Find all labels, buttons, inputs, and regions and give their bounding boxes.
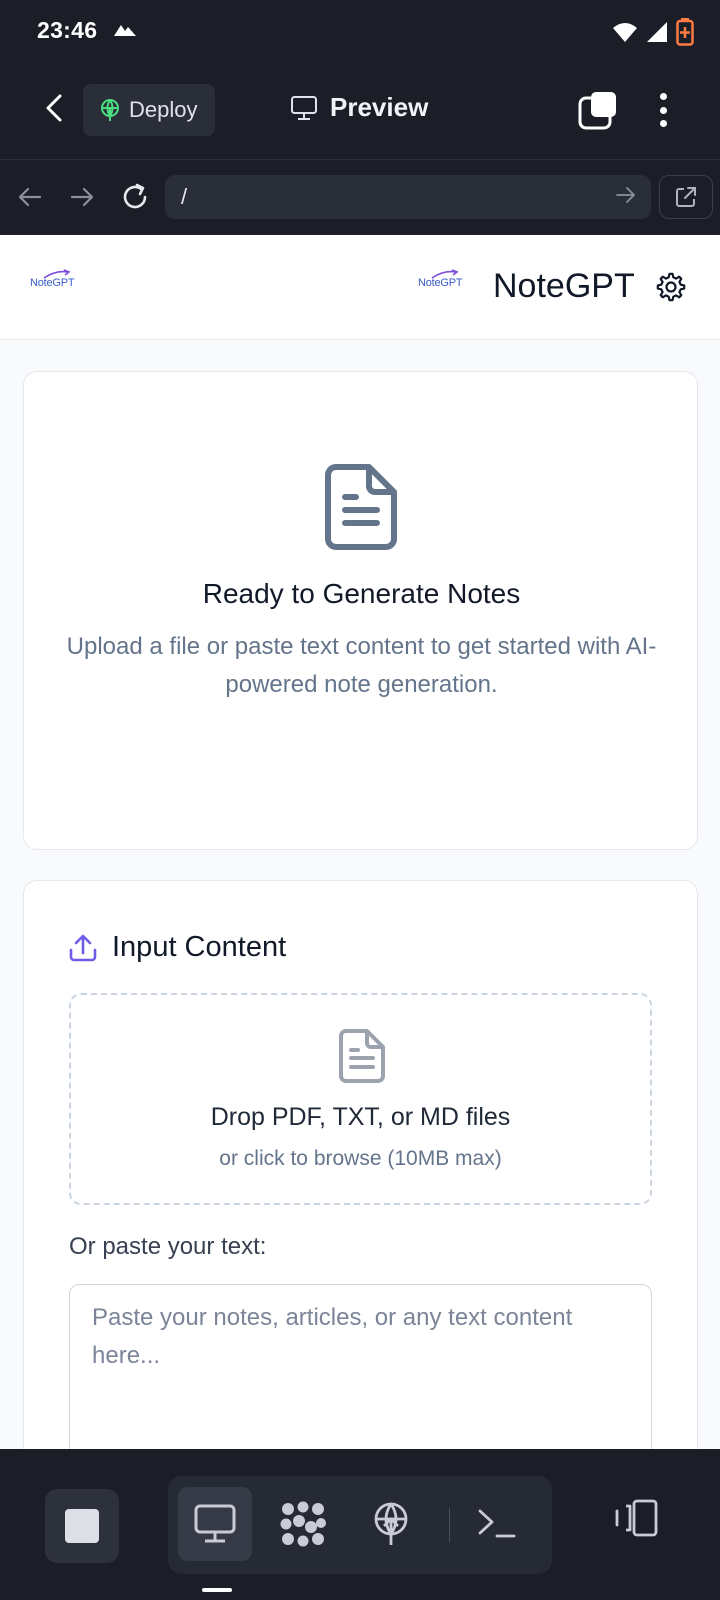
site-header: NoteGPT NoteGPT NoteGPT — [0, 235, 720, 340]
more-options-button[interactable] — [648, 90, 678, 130]
stop-button[interactable] — [45, 1489, 119, 1563]
upload-icon — [69, 934, 97, 961]
bottom-toolbar — [0, 1449, 720, 1600]
site-logo: NoteGPT — [30, 269, 75, 289]
signal-icon — [647, 22, 667, 42]
gear-icon[interactable] — [655, 271, 687, 303]
url-path: / — [181, 184, 188, 209]
paste-label: Or paste your text: — [69, 1233, 267, 1260]
empty-state-title: Ready to Generate Notes — [202, 578, 521, 609]
browser-forward-button[interactable] — [66, 181, 98, 213]
preview-tool-button[interactable] — [178, 1487, 252, 1561]
input-section-title: Input Content — [112, 931, 287, 963]
tabs-icon[interactable] — [578, 90, 618, 130]
external-link-icon — [676, 187, 696, 207]
terminal-tool-button[interactable] — [460, 1487, 534, 1561]
browser-url-bar: / — [0, 160, 720, 235]
logo-text: NoteGPT — [30, 277, 75, 289]
browser-back-button[interactable] — [14, 181, 46, 213]
url-input[interactable]: / — [165, 175, 651, 219]
open-external-button[interactable] — [659, 175, 713, 219]
site-logo-secondary: NoteGPT — [418, 269, 463, 289]
monitor-icon — [194, 1504, 236, 1543]
web-preview: NoteGPT NoteGPT NoteGPT Ready to Generat… — [0, 235, 720, 1449]
agent-tool-button[interactable] — [266, 1487, 340, 1561]
chevron-left-icon — [46, 94, 62, 122]
cluster-icon — [280, 1501, 326, 1547]
deploy-tool-button[interactable] — [354, 1487, 428, 1561]
arrow-right-icon — [70, 187, 94, 207]
tool-group — [168, 1476, 552, 1574]
preview-label: Preview — [330, 92, 429, 122]
deploy-label: Deploy — [129, 97, 198, 122]
arrow-left-icon — [18, 187, 42, 207]
deploy-icon — [374, 1502, 408, 1545]
app-header: Deploy Preview — [0, 64, 720, 160]
back-button[interactable] — [36, 90, 72, 126]
mountain-icon — [114, 25, 136, 36]
monitor-icon — [291, 95, 317, 120]
document-icon — [325, 464, 397, 550]
reload-icon — [123, 183, 147, 209]
preview-title: Preview — [290, 92, 428, 123]
deploy-button[interactable]: Deploy — [83, 84, 215, 136]
empty-state-card: Ready to Generate Notes Upload a file or… — [23, 371, 698, 850]
stop-icon — [65, 1509, 99, 1543]
home-indicator — [202, 1588, 232, 1592]
status-bar: 23:46 — [0, 0, 720, 64]
deploy-icon — [101, 99, 119, 121]
empty-state-subtitle: Upload a file or paste text content to g… — [66, 633, 657, 698]
site-title: NoteGPT — [493, 267, 635, 305]
tool-divider — [449, 1508, 450, 1542]
layout-toggle-icon[interactable] — [612, 1499, 658, 1537]
wifi-icon — [613, 23, 637, 42]
dropzone-title: Drop PDF, TXT, or MD files — [210, 1103, 511, 1131]
input-content-card: Input Content Drop PDF, TXT, or MD files… — [23, 880, 698, 1449]
terminal-icon — [478, 1509, 516, 1538]
go-arrow-icon[interactable] — [615, 185, 637, 205]
logo-text-secondary: NoteGPT — [418, 277, 463, 289]
dropzone-subtitle: or click to browse (10MB max) — [219, 1147, 502, 1170]
paste-textarea[interactable] — [69, 1284, 652, 1449]
input-section-header: Input Content — [68, 931, 286, 964]
file-dropzone[interactable]: Drop PDF, TXT, or MD files or click to b… — [69, 993, 652, 1205]
reload-button[interactable] — [119, 181, 151, 213]
file-icon — [339, 1029, 385, 1083]
status-icons — [612, 18, 694, 46]
status-time: 23:46 — [37, 17, 98, 43]
battery-icon — [676, 18, 694, 46]
